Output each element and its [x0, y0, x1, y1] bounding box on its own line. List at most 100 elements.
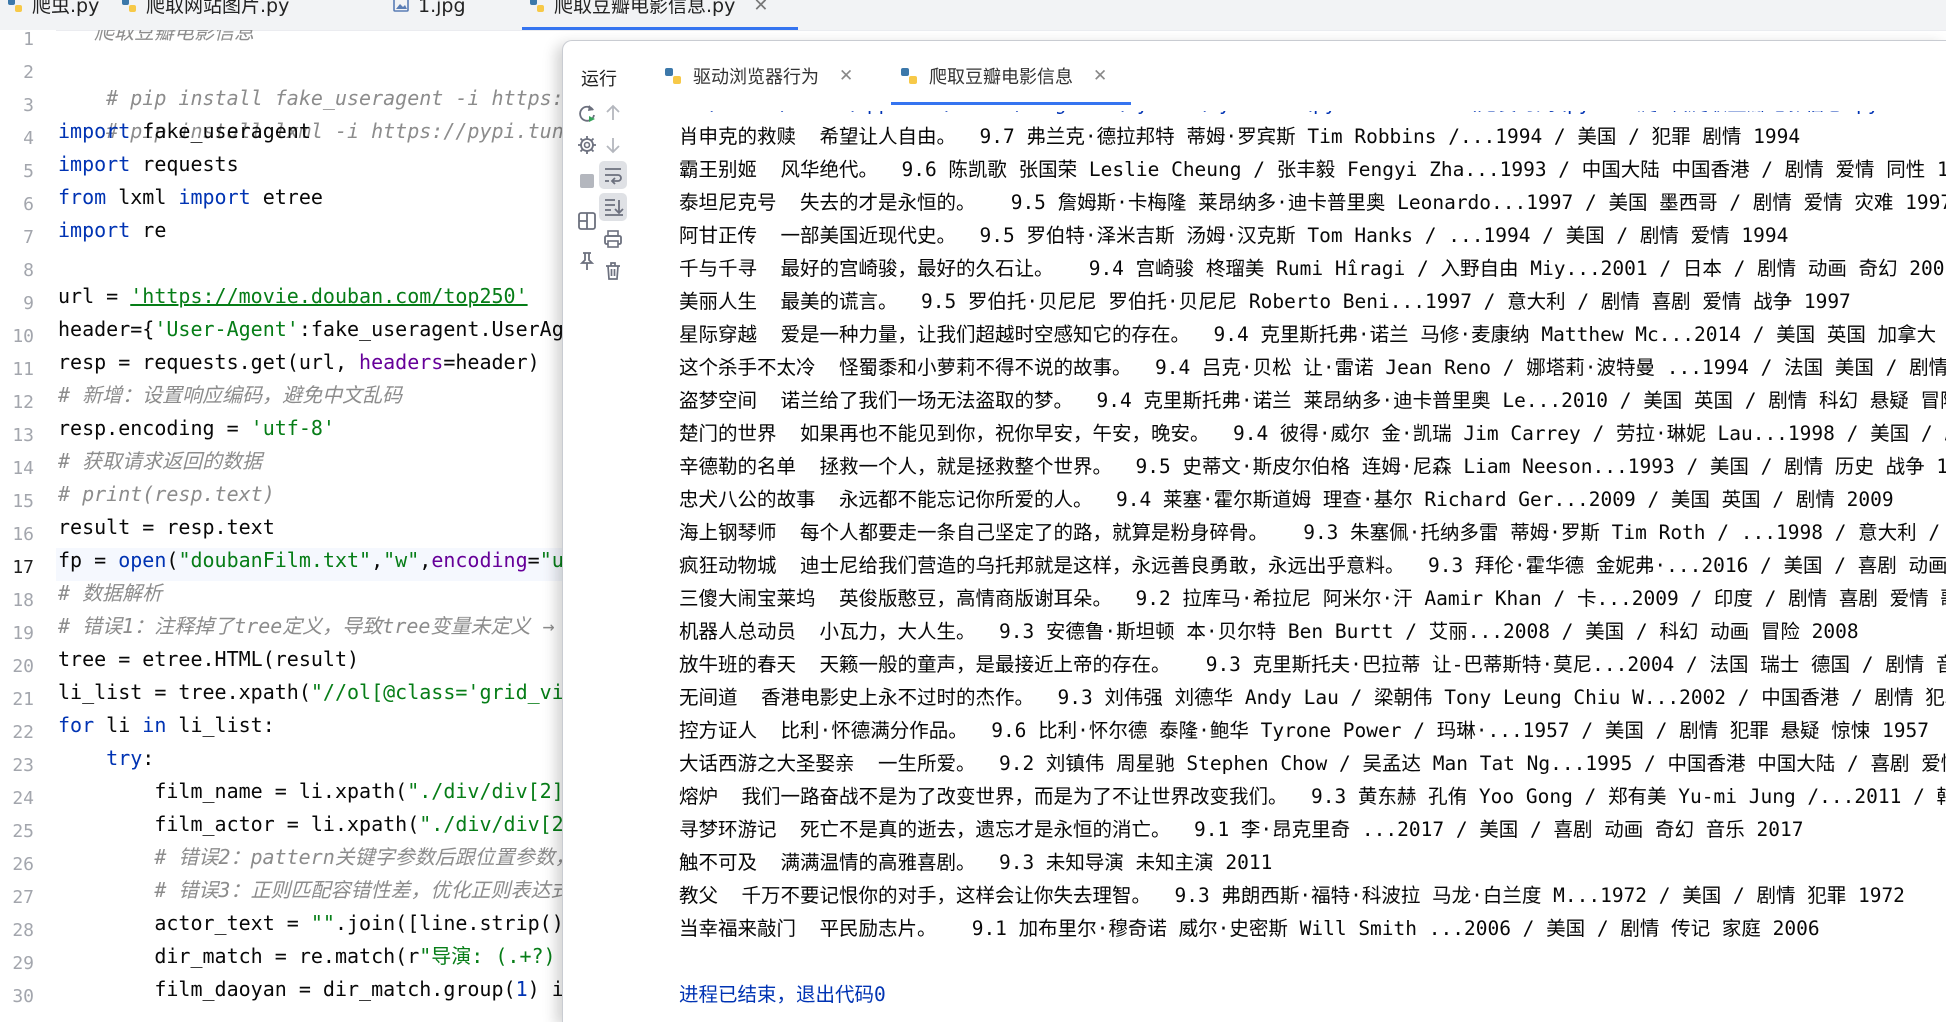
- console-line: 辛德勒的名单 拯救一个人，就是拯救整个世界。 9.5 史蒂文·斯皮尔伯格 连姆·…: [679, 455, 1946, 478]
- console-line-interpreter: C:\Users\86139\AppData\Local\Programs\Py…: [679, 111, 1879, 120]
- console-line: 三傻大闹宝莱坞 英俊版憨豆，高情商版谢耳朵。 9.2 拉库马·希拉尼 阿米尔·汗…: [679, 587, 1946, 610]
- line-number: 5: [23, 161, 34, 182]
- console-line: 机器人总动员 小瓦力，大人生。 9.3 安德鲁·斯坦顿 本·贝尔特 Ben Bu…: [679, 620, 1859, 643]
- console-output[interactable]: C:\Users\86139\AppData\Local\Programs\Py…: [679, 111, 1946, 1022]
- console-line: 寻梦环游记 死亡不是真的逝去，遗忘才是永恒的消亡。 9.1 李·昂克里奇 ...…: [679, 818, 1804, 841]
- code-line: film_daoyan = dir_match.group(1) i: [58, 973, 563, 1006]
- line-number: 4: [23, 128, 34, 149]
- keyword: from: [58, 185, 107, 209]
- url-string[interactable]: 'https://movie.douban.com/top250': [130, 284, 527, 308]
- code-text: :fake_useragent.UserAg: [298, 317, 564, 341]
- string-literal: "doubanFilm.txt": [178, 548, 372, 572]
- code-line: import fake_useragent: [58, 115, 311, 148]
- run-tab-douban[interactable]: 爬取豆瓣电影信息 ✕: [899, 63, 1107, 89]
- code-line: # 新增：设置响应编码，避免中文乱码: [58, 383, 403, 407]
- code-line: li_list = tree.xpath("//ol[@class='grid_…: [58, 676, 564, 709]
- console-line: 阿甘正传 一部美国近现代史。 9.5 罗伯特·泽米吉斯 汤姆·汉克斯 Tom H…: [679, 224, 1789, 247]
- code-line: resp = requests.get(url, headers=header): [58, 346, 540, 379]
- code-line: resp.encoding = 'utf-8': [58, 412, 335, 445]
- close-icon[interactable]: ✕: [839, 66, 853, 86]
- file-tab-image-crawler[interactable]: 爬取网站图片.py: [120, 0, 289, 30]
- line-number: 3: [23, 95, 34, 116]
- scroll-up-icon[interactable]: [599, 99, 627, 127]
- code-text: url =: [58, 284, 131, 308]
- string-literal: 'User-Agent': [154, 317, 299, 341]
- code-text: li_list:: [166, 713, 275, 737]
- line-number: 20: [12, 656, 34, 677]
- line-number: 30: [12, 986, 34, 1007]
- code-line: dir_match = re.match(r"导演: (.+?): [58, 940, 555, 973]
- keyword: in: [142, 713, 167, 737]
- python-file-icon: [8, 0, 22, 12]
- line-number: 10: [12, 326, 34, 347]
- line-number: 16: [12, 524, 34, 545]
- code-text: resp = requests.get(url,: [58, 350, 360, 374]
- close-icon[interactable]: ✕: [753, 0, 768, 15]
- scroll-down-icon[interactable]: [599, 131, 627, 159]
- scroll-to-end-icon[interactable]: [599, 193, 627, 221]
- console-line: 这个杀手不太冷 怪蜀黍和小萝莉不得不说的故事。 9.4 吕克·贝松 让·雷诺 J…: [679, 356, 1946, 379]
- line-number: 1: [23, 29, 34, 50]
- file-tab-label: 1.jpg: [418, 0, 466, 17]
- console-line: 教父 千万不要记恨你的对手，这样会让你失去理智。 9.3 弗朗西斯·福特·科波拉…: [679, 884, 1905, 907]
- python-run-icon: [901, 68, 917, 84]
- line-number: 28: [12, 920, 34, 941]
- rerun-icon[interactable]: [573, 99, 601, 127]
- code-text: etree: [250, 185, 323, 209]
- console-line: 霸王别姬 风华绝代。 9.6 陈凯歌 张国荣 Leslie Cheung / 张…: [679, 158, 1946, 181]
- soft-wrap-icon[interactable]: [599, 161, 627, 189]
- layout-icon[interactable]: [573, 207, 601, 235]
- code-text: ,: [371, 548, 384, 572]
- code-line: # 错误2：pattern关键字参数后跟位置参数，: [58, 845, 568, 869]
- image-file-icon: [393, 0, 409, 12]
- code-line: tree = etree.HTML(result): [58, 647, 360, 671]
- keyword-arg: headers: [359, 350, 444, 374]
- console-line: 无间道 香港电影史上永不过时的杰作。 9.3 刘伟强 刘德华 Andy Lau …: [679, 686, 1946, 709]
- keyword: import: [58, 218, 131, 242]
- code-text: li_list = tree.xpath(: [58, 680, 311, 704]
- line-number: 11: [12, 359, 34, 380]
- settings-gear-icon[interactable]: [573, 131, 601, 159]
- console-line: 熔炉 我们一路奋战不是为了改变世界，而是为了不让世界改变我们。 9.3 黄东赫 …: [679, 785, 1946, 808]
- close-icon[interactable]: ✕: [1093, 66, 1107, 86]
- code-text: resp.encoding =: [58, 416, 251, 440]
- file-tab-label: 爬取豆瓣电影信息.py: [554, 0, 736, 17]
- line-number: 12: [12, 392, 34, 413]
- code-text: =header): [443, 350, 540, 374]
- console-line: 控方证人 比利·怀德满分作品。 9.6 比利·怀尔德 泰隆·鲍华 Tyrone …: [679, 719, 1929, 742]
- code-text: header={: [58, 317, 155, 341]
- stop-icon[interactable]: [573, 167, 601, 195]
- run-tab-browser-driver[interactable]: 驱动浏览器行为 ✕: [663, 63, 853, 89]
- line-number: 7: [23, 227, 34, 248]
- console-line-exit-status: 进程已结束，退出代码0: [679, 983, 886, 1006]
- string-literal: "./div/div[2]: [407, 779, 564, 803]
- line-number: 18: [12, 590, 34, 611]
- line-number: 25: [12, 821, 34, 842]
- keyword-arg: encoding: [431, 548, 528, 572]
- builtin: open: [118, 548, 167, 572]
- file-tab-douban-crawler[interactable]: 爬取豆瓣电影信息.py ✕: [522, 0, 799, 30]
- code-line: # 错误1：注释掉了tree定义，导致tree变量未定义 → 取: [58, 614, 568, 638]
- file-tab-image[interactable]: 1.jpg: [392, 0, 466, 30]
- string-literal: 'utf-8': [250, 416, 335, 440]
- code-line: film_name = li.xpath("./div/div[2]: [58, 775, 564, 808]
- code-text: film_name = li.xpath(: [58, 779, 408, 803]
- line-number: 26: [12, 854, 34, 875]
- code-line: # 错误3：正则匹配容错性差，优化正则表达式: [58, 878, 568, 902]
- pin-icon[interactable]: [573, 247, 601, 275]
- print-icon[interactable]: [599, 225, 627, 253]
- line-number: 21: [12, 689, 34, 710]
- code-line: header={'User-Agent':fake_useragent.User…: [58, 313, 564, 346]
- line-number: 13: [12, 425, 34, 446]
- keyword: import: [58, 152, 131, 176]
- line-number: 6: [23, 194, 34, 215]
- console-line: 大话西游之大圣娶亲 一生所爱。 9.2 刘镇伟 周星驰 Stephen Chow…: [679, 752, 1946, 775]
- code-text: actor_text =: [58, 911, 311, 935]
- console-line: 千与千寻 最好的宫崎骏，最好的久石让。 9.4 宫崎骏 柊瑠美 Rumi Hîr…: [679, 257, 1946, 280]
- trash-icon[interactable]: [599, 257, 627, 285]
- string-literal: "w": [383, 548, 420, 572]
- code-editor[interactable]: '''爬取豆瓣电影信息''' # pip install fake_userag…: [58, 30, 568, 1021]
- console-line: 盗梦空间 诺兰给了我们一场无法盗取的梦。 9.4 克里斯托弗·诺兰 莱昂纳多·迪…: [679, 389, 1946, 412]
- active-run-tab-indicator: [891, 102, 1131, 105]
- line-number: 2: [23, 62, 34, 83]
